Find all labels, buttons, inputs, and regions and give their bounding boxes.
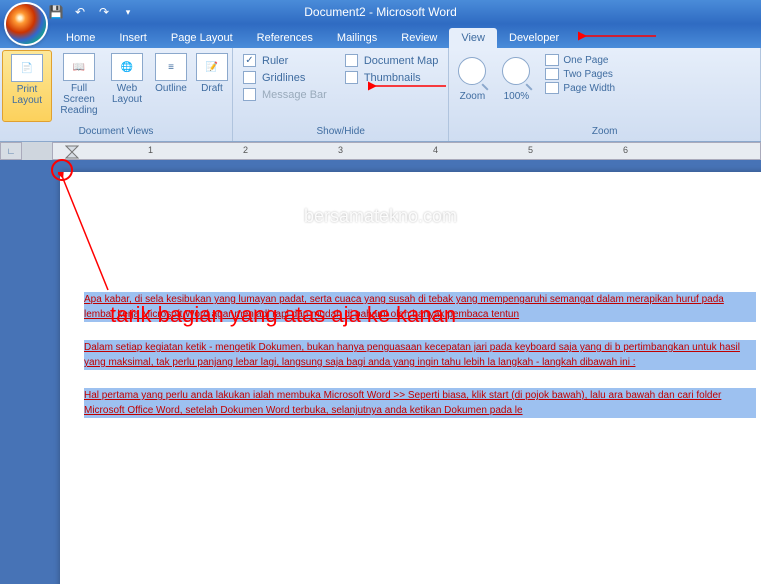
watermark: bersamatekno.com	[304, 206, 457, 227]
gridlines-label: Gridlines	[262, 72, 305, 84]
document-map-checkbox-row[interactable]: Document Map	[345, 54, 439, 67]
zoom-label: Zoom	[460, 91, 486, 102]
two-pages-button[interactable]: Two Pages	[545, 68, 615, 80]
paragraph[interactable]: Dalam setiap kegiatan ketik - mengetik D…	[84, 340, 756, 370]
full-screen-reading-icon: 📖	[63, 53, 95, 81]
ruler-tick: 4	[433, 145, 438, 155]
document-views-label: Document Views	[2, 124, 230, 139]
one-page-button[interactable]: One Page	[545, 54, 615, 66]
annotation-text: tarik bagian yang atas aja ke kanan	[110, 302, 456, 328]
group-zoom: Zoom 100% One Page Two Pages Page Width …	[449, 48, 761, 141]
outline-label: Outline	[155, 83, 187, 94]
message-bar-checkbox	[243, 88, 256, 101]
hundred-percent-icon	[502, 57, 530, 85]
zoom-icon	[458, 57, 486, 85]
hundred-percent-button[interactable]: 100%	[495, 50, 537, 122]
draft-icon: 📝	[196, 53, 228, 81]
page-width-button[interactable]: Page Width	[545, 82, 615, 94]
ruler-tick: 3	[338, 145, 343, 155]
two-pages-icon	[545, 68, 559, 80]
window-title: Document2 - Microsoft Word	[304, 5, 457, 19]
quick-access-toolbar: 💾 ↶ ↷ ▾	[48, 4, 136, 20]
save-icon[interactable]: 💾	[48, 4, 64, 20]
tab-home[interactable]: Home	[54, 28, 107, 48]
ruler-tick: 5	[528, 145, 533, 155]
web-layout-icon: 🌐	[111, 53, 143, 81]
outline-icon: ≡	[155, 53, 187, 81]
undo-icon[interactable]: ↶	[72, 4, 88, 20]
paragraph[interactable]: Hal pertama yang perlu anda lakukan iala…	[84, 388, 756, 418]
show-hide-label: Show/Hide	[235, 124, 446, 139]
full-screen-reading-button[interactable]: 📖 Full Screen Reading	[54, 50, 104, 122]
qat-dropdown-icon[interactable]: ▾	[120, 4, 136, 20]
web-layout-button[interactable]: 🌐 Web Layout	[106, 50, 148, 122]
message-bar-label: Message Bar	[262, 89, 327, 101]
draft-label: Draft	[201, 83, 223, 94]
tab-review[interactable]: Review	[389, 28, 449, 48]
office-button[interactable]	[6, 4, 46, 44]
print-layout-button[interactable]: 📄 Print Layout	[2, 50, 52, 122]
ruler-checkbox-row[interactable]: ✓ Ruler	[243, 54, 327, 67]
ribbon-tabs: Home Insert Page Layout References Maili…	[0, 24, 761, 48]
document-map-checkbox[interactable]	[345, 54, 358, 67]
gridlines-checkbox[interactable]	[243, 71, 256, 84]
page-width-icon	[545, 82, 559, 94]
ruler-checkbox[interactable]: ✓	[243, 54, 256, 67]
web-layout-label: Web Layout	[109, 83, 145, 105]
document-map-label: Document Map	[364, 55, 439, 67]
ribbon: 📄 Print Layout 📖 Full Screen Reading 🌐 W…	[0, 48, 761, 142]
tab-view[interactable]: View	[449, 28, 497, 48]
title-bar: 💾 ↶ ↷ ▾ Document2 - Microsoft Word	[0, 0, 761, 24]
outline-button[interactable]: ≡ Outline	[150, 50, 192, 122]
indent-marker[interactable]	[65, 145, 79, 159]
redo-icon[interactable]: ↷	[96, 4, 112, 20]
group-show-hide: ✓ Ruler Gridlines Message Bar Document M…	[233, 48, 449, 141]
group-document-views: 📄 Print Layout 📖 Full Screen Reading 🌐 W…	[0, 48, 233, 141]
zoom-button[interactable]: Zoom	[451, 50, 493, 122]
message-bar-checkbox-row: Message Bar	[243, 88, 327, 101]
tab-selector[interactable]: ∟	[0, 142, 22, 160]
horizontal-ruler[interactable]: 1 2 3 4 5 6	[52, 142, 761, 160]
ruler-tick: 1	[148, 145, 153, 155]
tab-references[interactable]: References	[245, 28, 325, 48]
full-screen-reading-label: Full Screen Reading	[57, 83, 101, 116]
tab-page-layout[interactable]: Page Layout	[159, 28, 245, 48]
gridlines-checkbox-row[interactable]: Gridlines	[243, 71, 327, 84]
print-layout-label: Print Layout	[6, 84, 48, 106]
page[interactable]: tarik bagian yang atas aja ke kanan Apa …	[60, 172, 761, 584]
tab-insert[interactable]: Insert	[107, 28, 159, 48]
tab-mailings[interactable]: Mailings	[325, 28, 389, 48]
ruler-bar: ∟ 1 2 3 4 5 6	[0, 142, 761, 160]
print-layout-icon: 📄	[11, 54, 43, 82]
one-page-icon	[545, 54, 559, 66]
zoom-group-label: Zoom	[451, 124, 758, 139]
thumbnails-label: Thumbnails	[364, 72, 421, 84]
hundred-percent-label: 100%	[504, 91, 530, 102]
draft-button[interactable]: 📝 Draft	[194, 50, 230, 122]
tab-developer[interactable]: Developer	[497, 28, 571, 48]
thumbnails-checkbox[interactable]	[345, 71, 358, 84]
thumbnails-checkbox-row[interactable]: Thumbnails	[345, 71, 439, 84]
ruler-tick: 2	[243, 145, 248, 155]
ruler-tick: 6	[623, 145, 628, 155]
ruler-label: Ruler	[262, 55, 288, 67]
